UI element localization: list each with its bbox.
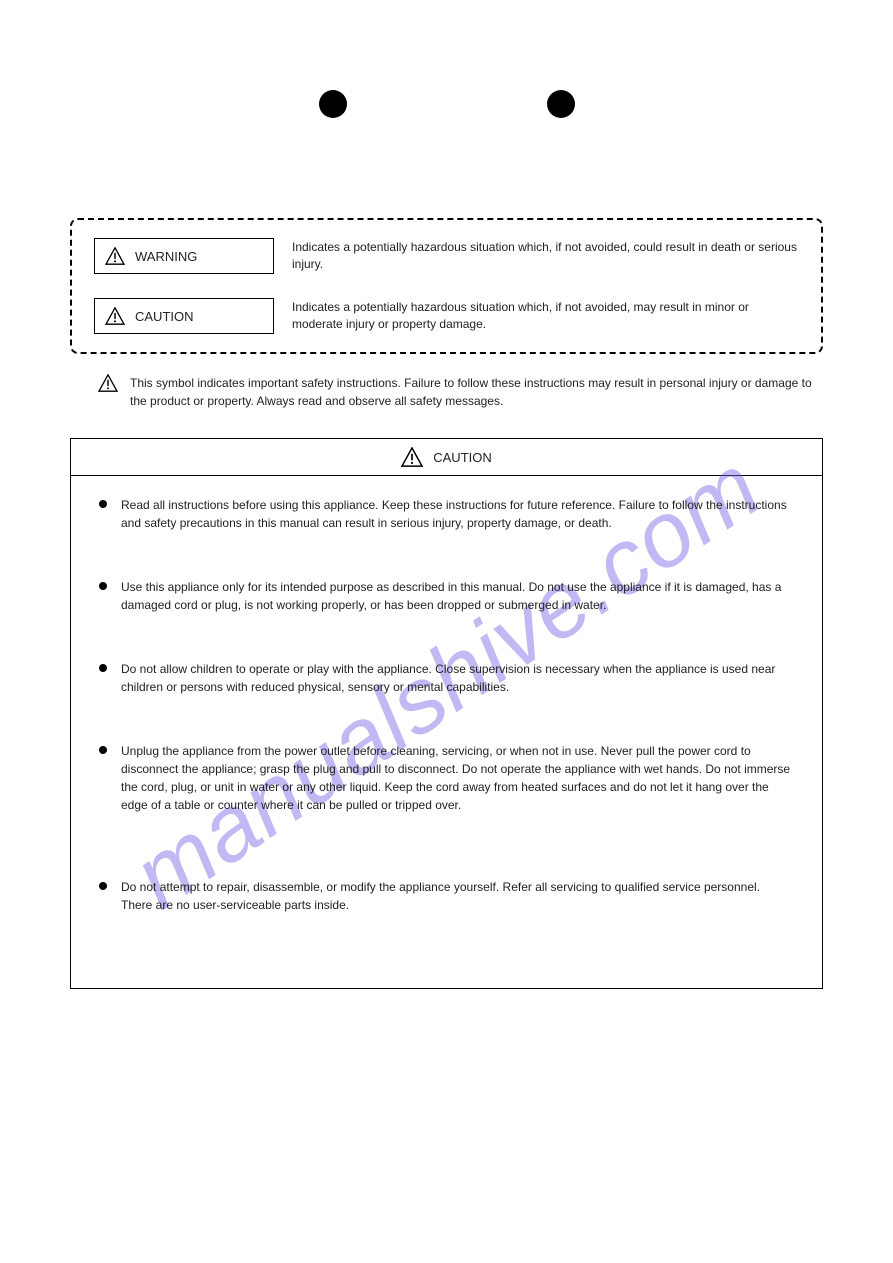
panel-header-triangle-icon <box>401 447 423 467</box>
list-item-text: Do not attempt to repair, disassemble, o… <box>121 880 760 912</box>
list-item: Unplug the appliance from the power outl… <box>99 742 794 852</box>
caution-label-text: CAUTION <box>135 309 194 324</box>
warning-label-box: WARNING <box>94 238 274 274</box>
note-triangle-icon <box>98 374 118 392</box>
caution-triangle-icon <box>105 307 125 325</box>
list-item-text: Use this appliance only for its intended… <box>121 580 781 612</box>
list-item-text: Unplug the appliance from the power outl… <box>121 744 790 812</box>
caution-panel-body: Read all instructions before using this … <box>71 476 822 988</box>
list-item-text: Do not allow children to operate or play… <box>121 662 775 694</box>
caution-panel: CAUTION Read all instructions before usi… <box>70 438 823 989</box>
caution-panel-header: CAUTION <box>71 439 822 476</box>
list-item: Do not attempt to repair, disassemble, o… <box>99 878 794 934</box>
symbol-note-row: This symbol indicates important safety i… <box>98 374 823 410</box>
panel-header-text: CAUTION <box>433 450 492 465</box>
list-item: Do not allow children to operate or play… <box>99 660 794 716</box>
top-spacer <box>70 158 823 218</box>
caution-row: CAUTION Indicates a potentially hazardou… <box>94 298 799 334</box>
decor-dot-right <box>547 90 575 118</box>
list-item: Use this appliance only for its intended… <box>99 578 794 634</box>
caution-description: Indicates a potentially hazardous situat… <box>274 299 799 333</box>
warning-row: WARNING Indicates a potentially hazardou… <box>94 238 799 274</box>
list-item: Read all instructions before using this … <box>99 496 794 552</box>
caution-bullet-list: Read all instructions before using this … <box>99 496 794 934</box>
warning-triangle-icon <box>105 247 125 265</box>
warning-description: Indicates a potentially hazardous situat… <box>274 239 799 273</box>
caution-label-box: CAUTION <box>94 298 274 334</box>
decor-dot-left <box>319 90 347 118</box>
list-item-text: Read all instructions before using this … <box>121 498 787 530</box>
symbol-note-text: This symbol indicates important safety i… <box>130 374 823 410</box>
warning-label-text: WARNING <box>135 249 197 264</box>
page: manualshive.com WARNING Indicates a pote… <box>0 0 893 1263</box>
signal-words-box: WARNING Indicates a potentially hazardou… <box>70 218 823 354</box>
header-dots-row <box>70 90 823 118</box>
